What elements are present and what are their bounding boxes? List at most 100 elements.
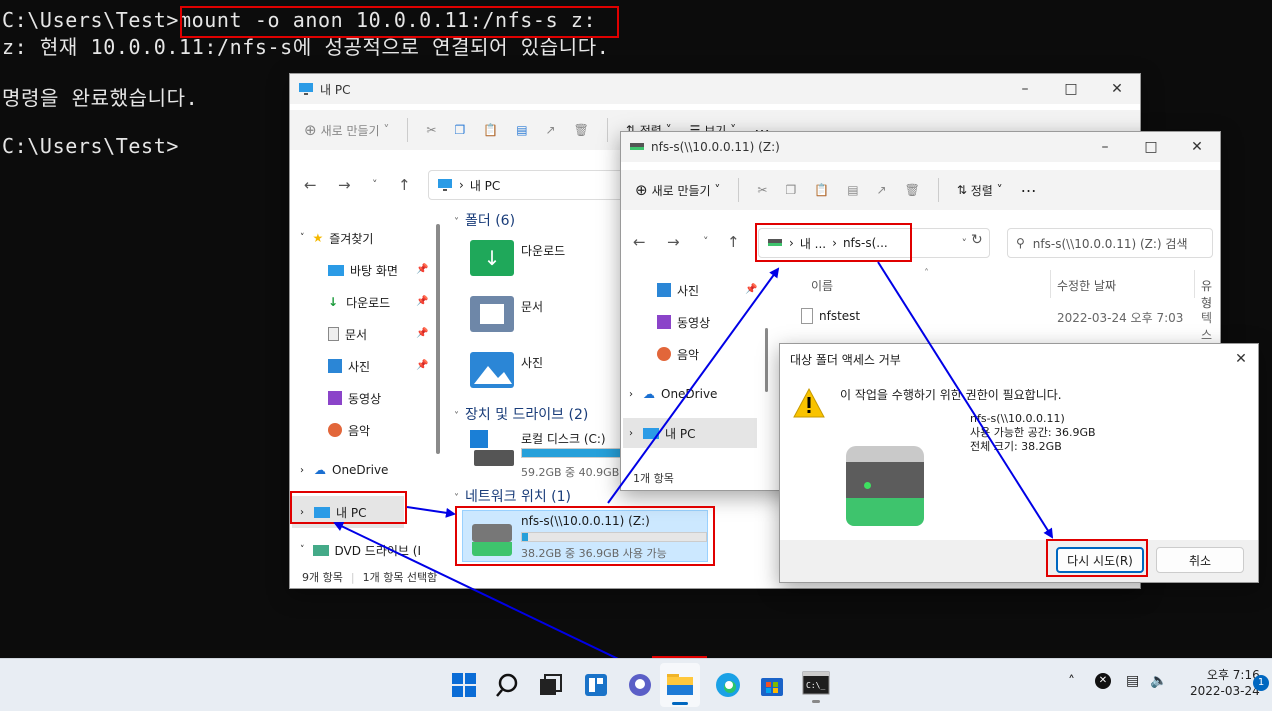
close-button[interactable]: ✕ (1094, 74, 1140, 104)
sidebar-scrollbar[interactable] (765, 328, 768, 392)
up-button[interactable]: ↑ (727, 233, 740, 251)
retry-button[interactable]: 다시 시도(R) (1056, 547, 1144, 573)
task-view-icon[interactable] (536, 671, 564, 699)
start-icon[interactable] (450, 671, 478, 699)
edge-icon[interactable] (714, 671, 742, 699)
dialog-close-button[interactable]: ✕ (1224, 344, 1258, 374)
notification-badge[interactable]: 1 (1253, 675, 1269, 691)
copy-icon[interactable]: ❐ (785, 183, 796, 197)
up-button[interactable]: ↑ (398, 176, 411, 194)
rename-icon[interactable]: ▤ (516, 123, 527, 137)
folder-documents-label[interactable]: 문서 (521, 298, 543, 315)
more-icon[interactable]: ⋯ (1021, 181, 1037, 200)
search-box[interactable]: ⚲ nfs-s(\\10.0.0.11) (Z:) 검색 (1007, 228, 1213, 258)
tray-close-icon[interactable]: ✕ (1095, 673, 1111, 689)
group-header-devices[interactable]: ˅ 장치 및 드라이브 (2) (454, 404, 588, 424)
column-header-modified[interactable]: 수정한 날짜 (1057, 277, 1116, 294)
refresh-button[interactable]: ↻ (971, 232, 983, 248)
volume-icon[interactable]: 🔈 (1150, 673, 1167, 689)
paste-icon[interactable]: 📋 (814, 183, 829, 197)
cut-icon[interactable]: ✂ (426, 123, 436, 137)
sidebar-item-this-pc[interactable]: › 내 PC (623, 418, 757, 448)
copy-icon[interactable]: ❐ (454, 123, 465, 137)
paste-icon[interactable]: 📋 (483, 123, 498, 137)
downloads-folder-icon: ↓ (470, 240, 514, 276)
sidebar-item-music[interactable]: 음악 (657, 342, 699, 366)
monitor-icon (299, 83, 313, 95)
sidebar-item-videos[interactable]: 동영상 (328, 386, 381, 410)
access-denied-dialog[interactable]: 대상 폴더 액세스 거부 ✕ 이 작업을 수행하기 위한 권한이 필요합니다. … (779, 343, 1259, 583)
maximize-button[interactable]: □ (1128, 132, 1174, 162)
file-modified: 2022-03-24 오후 7:03 (1057, 311, 1184, 325)
sidebar-item-pictures[interactable]: 사진 (657, 278, 699, 302)
nfs-drive-info: 38.2GB 중 36.9GB 사용 가능 (521, 547, 667, 560)
new-button[interactable]: ⊕ 새로 만들기 ˅ (304, 121, 389, 139)
pictures-folder-icon (470, 352, 514, 388)
rename-icon[interactable]: ▤ (847, 183, 858, 197)
address-bar[interactable]: › 내 PC (428, 170, 628, 200)
show-hidden-icons-button[interactable]: ˄ (1068, 674, 1075, 690)
cut-icon[interactable]: ✂ (757, 183, 767, 197)
clock-date: 2022-03-24 (1190, 684, 1260, 698)
drive-large-icon (846, 446, 924, 526)
folder-downloads-label[interactable]: 다운로드 (521, 242, 565, 259)
minimize-button[interactable]: – (1002, 74, 1048, 104)
address-segment-pc[interactable]: 내 ... (800, 235, 826, 252)
explorer-taskbar-button[interactable] (660, 663, 700, 707)
close-button[interactable]: ✕ (1174, 132, 1220, 162)
new-button[interactable]: ⊕ 새로 만들기 ˅ (635, 181, 720, 199)
sidebar-item-onedrive[interactable]: › ☁ OneDrive (300, 458, 388, 482)
sidebar-item-downloads[interactable]: ↓ 다운로드 (328, 290, 390, 314)
sidebar-item-this-pc[interactable]: › 내 PC (292, 496, 404, 528)
terminal-taskbar-button[interactable]: C:\_ (800, 665, 832, 705)
music-icon (657, 347, 671, 361)
back-button[interactable]: ← (633, 233, 646, 251)
sidebar-item-onedrive[interactable]: › ☁ OneDrive (629, 382, 717, 406)
local-disk-name[interactable]: 로컬 디스크 (C:) (521, 430, 606, 447)
maximize-button[interactable]: □ (1048, 74, 1094, 104)
file-row[interactable]: nfstest 2022-03-24 오후 7:03 텍스 (799, 304, 1219, 342)
network-icon[interactable]: ▤ (1126, 673, 1139, 689)
navigation-pane: 사진 📌 동영상 음악 › ☁ OneDrive › 내 PC (621, 274, 771, 470)
recent-dropdown-icon[interactable]: ˅ (372, 178, 378, 191)
search-icon[interactable] (494, 671, 522, 699)
address-segment-nfs[interactable]: nfs-s(... (843, 236, 888, 250)
store-icon[interactable] (758, 671, 786, 699)
nfs-drive-usage-bar (521, 532, 707, 542)
address-dropdown-icon[interactable]: ˅ (962, 237, 968, 250)
network-drive-icon (630, 143, 644, 150)
back-button[interactable]: ← (304, 176, 317, 194)
sidebar-scrollbar[interactable] (436, 224, 440, 454)
pin-icon: 📌 (416, 328, 429, 339)
share-icon[interactable]: ↗ (877, 183, 887, 197)
monitor-icon (643, 427, 659, 439)
sidebar-item-favorites[interactable]: ˅ ★ 즐겨찾기 (300, 226, 373, 250)
cancel-button[interactable]: 취소 (1156, 547, 1244, 573)
forward-button[interactable]: → (338, 176, 351, 194)
chat-icon[interactable] (626, 671, 654, 699)
address-bar[interactable]: › 내 ... › nfs-s(... ˅ (758, 228, 990, 258)
sidebar-item-dvd[interactable]: ˅ DVD 드라이브 (I (300, 538, 421, 562)
sidebar-item-desktop[interactable]: 바탕 화면 (328, 258, 398, 282)
sidebar-item-videos[interactable]: 동영상 (657, 310, 710, 334)
clock[interactable]: 오후 7:16 2022-03-24 (1190, 667, 1260, 699)
sort-button[interactable]: ⇅ 정렬 ˅ (957, 182, 1003, 199)
column-header-name[interactable]: 이름 (811, 277, 833, 294)
delete-icon[interactable]: 🗑 (574, 123, 589, 137)
recent-dropdown-icon[interactable]: ˅ (703, 235, 709, 248)
delete-icon[interactable]: 🗑 (905, 183, 920, 197)
group-header-folders[interactable]: ˅ 폴더 (6) (454, 210, 515, 230)
sidebar-item-pictures[interactable]: 사진 (328, 354, 370, 378)
music-icon (328, 423, 342, 437)
forward-button[interactable]: → (667, 233, 680, 251)
sidebar-item-documents[interactable]: 문서 (328, 322, 367, 346)
widgets-icon[interactable] (582, 671, 610, 699)
dialog-drive-name: nfs-s(\\10.0.0.11) (970, 412, 1065, 425)
selected-count: 1개 항목 선택함 (362, 571, 438, 584)
sidebar-item-music[interactable]: 음악 (328, 418, 370, 442)
minimize-button[interactable]: – (1082, 132, 1128, 162)
monitor-icon (314, 506, 330, 518)
group-header-network[interactable]: ˅ 네트워크 위치 (1) (454, 486, 571, 506)
folder-pictures-label[interactable]: 사진 (521, 354, 543, 371)
share-icon[interactable]: ↗ (546, 123, 556, 137)
